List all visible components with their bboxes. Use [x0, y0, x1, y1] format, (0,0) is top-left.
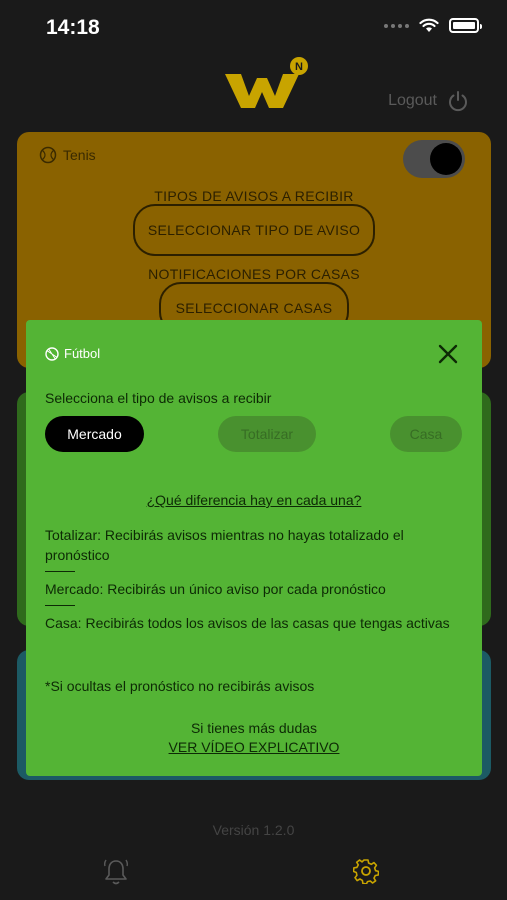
cellular-signal-icon: [384, 23, 409, 28]
select-alert-type-button[interactable]: SELECCIONAR TIPO DE AVISO: [133, 204, 375, 256]
battery-icon: [449, 18, 482, 33]
power-icon: [449, 91, 467, 112]
tenis-toggle[interactable]: [403, 140, 465, 178]
more-doubts-label: Si tienes más dudas: [190, 720, 318, 736]
alerts-section-label: TIPOS DE AVISOS A RECIBIR: [154, 188, 354, 204]
gear-icon[interactable]: [353, 858, 379, 884]
status-time: 14:18: [46, 16, 100, 39]
status-icons: [384, 18, 482, 33]
option-totalizar[interactable]: Totalizar: [218, 416, 316, 452]
close-icon[interactable]: [436, 342, 460, 366]
difference-link[interactable]: ¿Qué diferencia hay en cada una?: [26, 492, 482, 508]
hidden-forecast-note: *Si ocultas el pronóstico no recibirás a…: [45, 678, 315, 694]
wifi-icon: [419, 18, 439, 32]
bell-icon[interactable]: [103, 858, 129, 886]
tennis-ball-icon: [39, 146, 57, 164]
desc-mercado: Mercado: Recibirás un único aviso por ca…: [45, 581, 386, 597]
option-mercado[interactable]: Mercado: [45, 416, 144, 452]
status-bar: 14:18: [0, 0, 507, 56]
modal-sport-label: Fútbol: [64, 346, 101, 361]
video-link[interactable]: VER VÍDEO EXPLICATIVO: [26, 739, 482, 755]
option-casa[interactable]: Casa: [390, 416, 462, 452]
version-label: Versión 1.2.0: [212, 822, 295, 838]
modal-prompt: Selecciona el tipo de avisos a recibir: [45, 390, 272, 406]
modal-sport-header: Fútbol: [45, 346, 100, 361]
divider: [45, 571, 75, 572]
tab-bar: [0, 855, 507, 900]
svg-text:N: N: [295, 61, 303, 73]
tenis-card-title: Tenis: [39, 146, 96, 164]
tenis-label: Tenis: [63, 147, 96, 163]
app-logo: N: [225, 57, 308, 108]
desc-totalizar: Totalizar: Recibirás avisos mientras no …: [45, 527, 404, 563]
divider: [45, 605, 75, 606]
alert-type-modal: Fútbol Selecciona el tipo de avisos a re…: [26, 320, 482, 776]
logout-button[interactable]: Logout: [388, 90, 469, 112]
desc-casa: Casa: Recibirás todos los avisos de las …: [45, 615, 450, 631]
soccer-ball-icon: [45, 346, 59, 361]
houses-section-label: NOTIFICACIONES POR CASAS: [148, 266, 360, 282]
logout-label: Logout: [388, 92, 437, 109]
